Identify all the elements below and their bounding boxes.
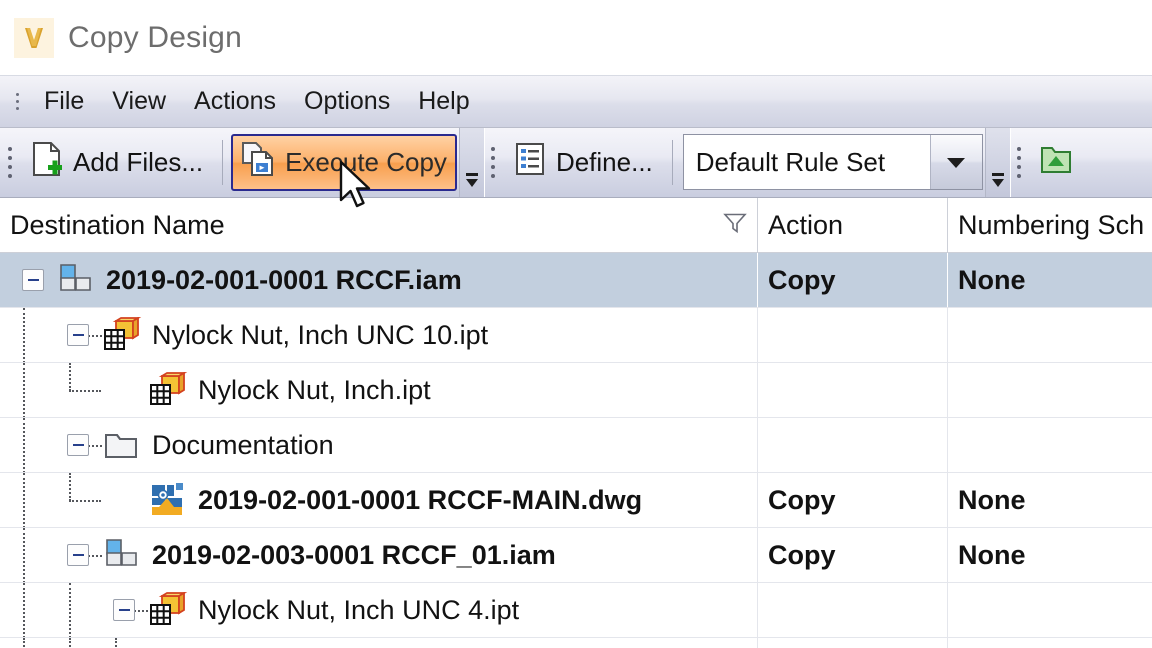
column-header-action[interactable]: Action [758, 198, 948, 252]
add-files-button[interactable]: Add Files... [20, 134, 214, 191]
toolbar-drag-handle-icon[interactable] [2, 128, 18, 197]
add-files-label: Add Files... [73, 147, 204, 177]
row-numbering-value: None [958, 539, 1026, 570]
menu-item-options[interactable]: Options [290, 84, 404, 119]
row-numbering-value: None [958, 264, 1026, 295]
table-row[interactable]: Nylock Nut, Inch UNC 4.ipt [0, 583, 1152, 638]
toolbar-separator-2 [671, 140, 673, 185]
vault-v-icon [14, 17, 54, 58]
row-name-label: Nylock Nut, Inch.ipt [198, 374, 431, 405]
execute-copy-label: Execute Copy [285, 147, 447, 177]
row-numbering-value: None [958, 484, 1026, 515]
rule-set-value[interactable]: Default Rule Set [684, 147, 930, 178]
table-row[interactable]: 2019-02-001-0001 RCCF-MAIN.dwg Copy None [0, 473, 1152, 528]
toolbar-separator-1 [222, 140, 224, 185]
filter-icon[interactable] [723, 210, 747, 241]
row-action-value [758, 363, 948, 417]
folder-icon [102, 427, 142, 463]
row-name-label: 2019-02-001-0001 RCCF.iam [106, 264, 462, 295]
column-header-numbering-scheme[interactable]: Numbering Sch [948, 198, 1152, 252]
grid-header: Destination Name Action Numbering Sch [0, 198, 1152, 253]
menu-bar: File View Actions Options Help [0, 76, 1152, 128]
row-name-label: Documentation [152, 429, 334, 460]
copy-design-window: Copy Design File View Actions Options He… [0, 0, 1152, 648]
drawing-dwg-icon [148, 481, 188, 519]
part-ipt-icon [102, 317, 142, 353]
menu-item-view[interactable]: View [98, 84, 180, 119]
table-row[interactable]: Nylock Nut, Inch UNC 10.ipt [0, 308, 1152, 363]
part-ipt-icon [148, 372, 188, 408]
column-header-action-label: Action [768, 209, 844, 240]
rule-set-combobox[interactable]: Default Rule Set [682, 134, 983, 190]
execute-copy-button[interactable]: Execute Copy [231, 134, 457, 191]
file-tree-grid: 2019-02-001-0001 RCCF.iam Copy None Nylo… [0, 253, 1152, 648]
expander-collapse-icon[interactable] [67, 544, 89, 566]
row-action-value [758, 308, 948, 362]
title-bar: Copy Design [0, 0, 1152, 76]
row-action-value [758, 418, 948, 472]
row-numbering-value [948, 363, 1152, 417]
row-action-value: Copy [758, 473, 948, 527]
toolbar: Add Files... Execute Copy Define... Defa… [0, 128, 1152, 198]
window-title: Copy Design [68, 20, 242, 54]
expander-collapse-icon[interactable] [22, 269, 44, 291]
expander-collapse-icon[interactable] [67, 324, 89, 346]
drag-handle-icon[interactable] [10, 85, 24, 119]
row-name-label: 2019-02-001-0001 RCCF-MAIN.dwg [198, 484, 643, 515]
column-header-numbering-scheme-label: Numbering Sch [958, 209, 1145, 240]
column-header-destination-name-label: Destination Name [10, 209, 225, 240]
menu-item-file[interactable]: File [30, 84, 98, 119]
green-folder-button[interactable] [1029, 134, 1083, 191]
expander-collapse-icon[interactable] [67, 434, 89, 456]
assembly-iam-icon [56, 262, 96, 298]
table-row[interactable] [0, 638, 1152, 648]
list-rules-icon [514, 142, 546, 183]
expander-collapse-icon[interactable] [113, 599, 135, 621]
part-ipt-icon [148, 592, 188, 628]
row-numbering-value [948, 583, 1152, 637]
row-action-value [758, 583, 948, 637]
table-row[interactable]: 2019-02-001-0001 RCCF.iam Copy None [0, 253, 1152, 308]
menu-item-actions[interactable]: Actions [180, 84, 290, 119]
menu-item-help[interactable]: Help [404, 84, 483, 119]
row-numbering-value [948, 308, 1152, 362]
toolbar-overflow-button-1[interactable] [458, 128, 485, 197]
chevron-down-icon[interactable] [929, 135, 982, 189]
row-name-label: Nylock Nut, Inch UNC 10.ipt [152, 319, 489, 350]
toolbar-overflow-button-2[interactable] [984, 128, 1011, 197]
table-row[interactable]: Nylock Nut, Inch.ipt [0, 363, 1152, 418]
assembly-iam-icon [102, 537, 142, 573]
define-label: Define... [555, 147, 653, 177]
table-row[interactable]: 2019-02-003-0001 RCCF_01.iam Copy None [0, 528, 1152, 583]
define-button[interactable]: Define... [503, 134, 664, 191]
copy-documents-icon [241, 141, 275, 184]
toolbar-drag-handle-icon-3[interactable] [1011, 128, 1027, 197]
row-name-label: 2019-02-003-0001 RCCF_01.iam [152, 539, 556, 570]
table-row[interactable]: Documentation [0, 418, 1152, 473]
row-numbering-value [948, 418, 1152, 472]
row-action-value: Copy [758, 253, 948, 307]
toolbar-drag-handle-icon-2[interactable] [485, 128, 501, 197]
green-folder-icon [1040, 142, 1072, 183]
column-header-destination-name[interactable]: Destination Name [0, 198, 758, 252]
document-add-icon [31, 141, 63, 184]
row-name-label: Nylock Nut, Inch UNC 4.ipt [198, 594, 520, 625]
row-action-value: Copy [758, 528, 948, 582]
